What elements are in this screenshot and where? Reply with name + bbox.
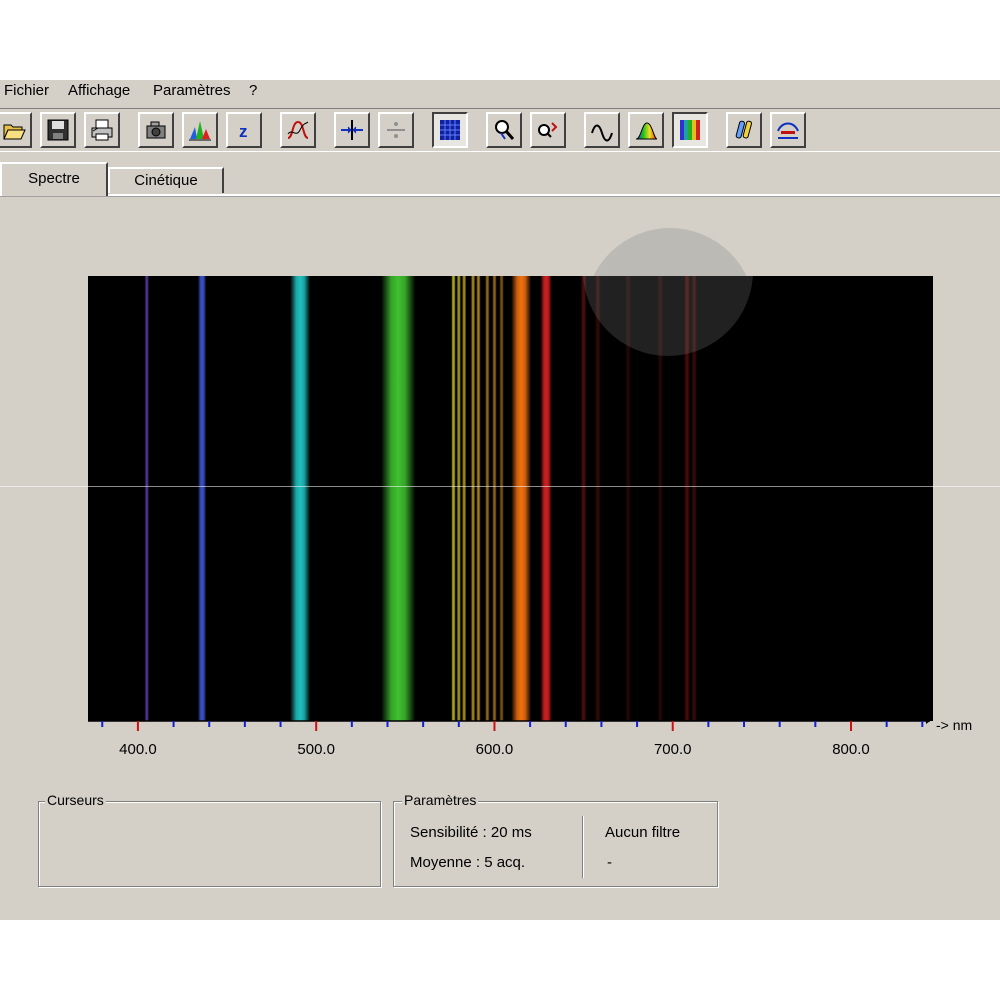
tubes-icon [735, 120, 753, 139]
spectral-line [381, 276, 416, 721]
tubes-button[interactable] [726, 112, 762, 148]
params-title: Paramètres [402, 792, 479, 808]
spectral-line [456, 276, 461, 721]
cursors-title: Curseurs [45, 792, 106, 808]
zoom-icon [495, 120, 515, 140]
grid-button[interactable] [432, 112, 468, 148]
zoom-reset-icon [538, 122, 558, 138]
zero-reference-icon: z [239, 122, 248, 141]
tab-cinetique[interactable]: Cinétique [108, 167, 224, 193]
calibration-icon [777, 122, 799, 139]
svg-text:z: z [239, 122, 248, 141]
sensitivity-value: Sensibilité : 20 ms [410, 824, 532, 841]
tab-cinetique-label: Cinétique [134, 172, 198, 189]
menu-help[interactable]: ? [249, 81, 257, 101]
save-icon [47, 119, 69, 141]
zero-button[interactable]: z [226, 112, 262, 148]
spectral-line [470, 276, 476, 721]
tick-label: 700.0 [654, 741, 692, 758]
expand-axis-icon [341, 120, 363, 140]
spectral-line [462, 276, 467, 721]
tab-bar: Spectre Cinétique [0, 162, 1000, 198]
tab-divider [0, 194, 1000, 197]
tick-label: 800.0 [832, 741, 870, 758]
params-separator [582, 816, 583, 878]
menu-fichier[interactable]: Fichier [4, 81, 49, 101]
spectral-line [595, 276, 601, 721]
spectral-line [499, 276, 504, 721]
spectral-line [197, 276, 207, 721]
acquire-button[interactable] [138, 112, 174, 148]
camera-icon [146, 121, 166, 139]
calibration-button[interactable] [770, 112, 806, 148]
average-value: Moyenne : 5 acq. [410, 854, 526, 871]
axis-unit-label: -> nm [936, 717, 973, 733]
spectral-line [540, 276, 552, 721]
open-folder-icon [3, 124, 26, 140]
watermark-overlay [583, 276, 753, 356]
print-icon [91, 119, 113, 141]
spectral-line [492, 276, 497, 721]
spectral-line [144, 276, 149, 721]
menu-affichage[interactable]: Affichage [68, 81, 130, 101]
spectrum-peaks-icon [189, 121, 211, 141]
colored-spectrum-icon [635, 122, 658, 140]
tick-label: 600.0 [476, 741, 514, 758]
spectrum-lines [144, 276, 753, 721]
menu-parametres[interactable]: Paramètres [153, 81, 231, 101]
filter-value: Aucun filtre [605, 824, 681, 841]
tick-label: 500.0 [297, 741, 335, 758]
tick-label: 400.0 [119, 741, 157, 758]
color-bands-icon [680, 120, 700, 140]
tab-spectre-label: Spectre [28, 170, 80, 187]
grid-icon [440, 120, 460, 140]
expand-axis-button[interactable] [334, 112, 370, 148]
application-window: Fichier Affichage Paramètres ? z Spectre… [0, 80, 1000, 920]
params-groupbox: Paramètres Sensibilité : 20 ms Moyenne :… [393, 792, 718, 887]
spectral-line [290, 276, 311, 721]
colored-spectrum-button[interactable] [628, 112, 664, 148]
filter-detail: - [607, 854, 612, 871]
curve-button[interactable] [280, 112, 316, 148]
spectral-line [451, 276, 456, 721]
wave-icon [591, 124, 613, 142]
cursors-groupbox: Curseurs [38, 792, 381, 887]
open-button[interactable] [0, 112, 32, 148]
spectrum-peaks-button[interactable] [182, 112, 218, 148]
curve-icon [287, 120, 309, 139]
color-bands-button[interactable] [672, 112, 708, 148]
spectral-line [485, 276, 490, 721]
toolbar: z [0, 108, 1000, 152]
divide-axis-button[interactable] [378, 112, 414, 148]
menu-bar: Fichier Affichage Paramètres ? [0, 80, 1000, 102]
save-button[interactable] [40, 112, 76, 148]
wave-button[interactable] [584, 112, 620, 148]
spectrum-display[interactable] [88, 276, 933, 721]
print-button[interactable] [84, 112, 120, 148]
axis-arrow [926, 718, 930, 724]
tab-spectre[interactable]: Spectre [0, 162, 108, 196]
zoom-reset-button[interactable] [530, 112, 566, 148]
spectral-line [476, 276, 481, 721]
spectral-line [580, 276, 587, 721]
divide-axis-icon [387, 122, 405, 138]
zoom-button[interactable] [486, 112, 522, 148]
spectral-line [511, 276, 532, 721]
wavelength-axis: 400.0 500.0 600.0 700.0 800.0 [88, 718, 930, 758]
watermark-line [0, 486, 1000, 487]
